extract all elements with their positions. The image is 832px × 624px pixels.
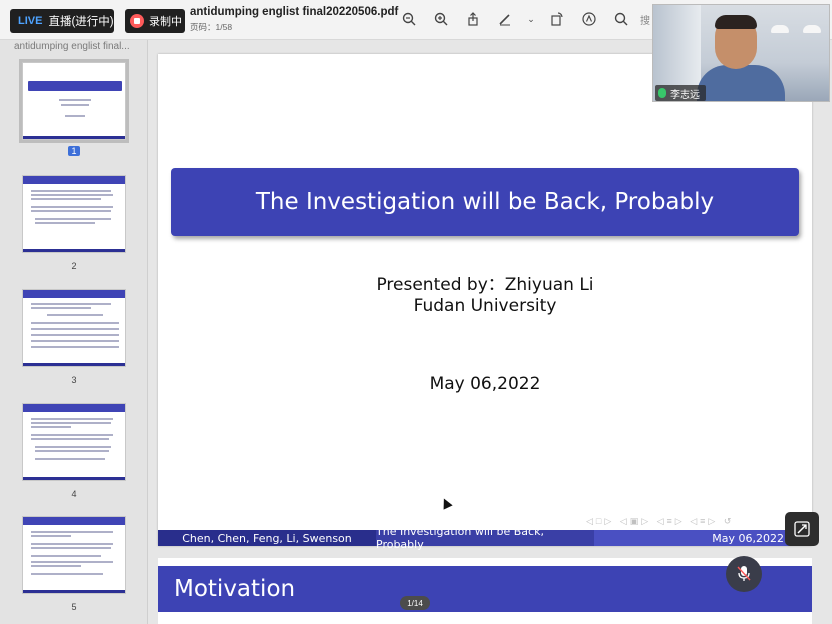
participant-name: 李志远	[670, 89, 700, 101]
webcam-video[interactable]: 李志远	[652, 4, 830, 102]
beamer-nav-symbols: ◁□▷ ◁▣▷ ◁≡▷ ◁≡▷ ↺	[586, 516, 735, 526]
thumbnail-number: 5	[71, 602, 77, 612]
document-title: antidumping englist final20220506.pdf	[190, 6, 399, 18]
recording-button[interactable]: 录制中	[125, 9, 185, 33]
record-label: 录制中	[149, 16, 182, 28]
pdf-viewer-app: LIVE 直播(进行中) 录制中 antidumping englist fin…	[0, 0, 832, 624]
search-input[interactable]: 搜	[640, 12, 650, 27]
slide2-title: Motivation	[158, 566, 812, 612]
live-status-button[interactable]: LIVE 直播(进行中)	[10, 9, 114, 33]
slide-university: Fudan University	[413, 296, 557, 316]
expand-icon	[794, 521, 810, 537]
expand-button[interactable]	[785, 512, 819, 546]
thumbnail-page-3[interactable]	[22, 289, 126, 367]
thumbnail-page-1[interactable]	[19, 59, 129, 143]
footer-authors: Chen, Chen, Feng, Li, Swenson	[158, 530, 376, 546]
annotate-pen-icon[interactable]	[494, 8, 516, 30]
slide-footer: Chen, Chen, Feng, Li, Swenson The Invest…	[158, 525, 812, 551]
slide-title: The Investigation will be Back, Probably	[171, 168, 799, 236]
zoom-in-icon[interactable]	[430, 8, 452, 30]
thumbnail-sidebar: antidumping englist final... 1 2 3 4 5	[0, 40, 148, 624]
live-tag: LIVE	[18, 15, 43, 27]
slide-date: May 06,2022	[429, 374, 541, 394]
thumbnail-page-2[interactable]	[22, 175, 126, 253]
rotate-icon[interactable]	[546, 8, 568, 30]
page-count: 页码：1/58	[190, 22, 233, 32]
live-label: 直播(进行中)	[48, 16, 114, 28]
sidebar-file-name: antidumping englist final...	[14, 41, 130, 52]
thumbnail-number: 2	[71, 261, 77, 271]
slide-page-1: The Investigation will be Back, Probably…	[158, 54, 812, 551]
chevron-down-icon[interactable]: ⌄	[526, 8, 536, 30]
thumbnail-page-5[interactable]	[22, 516, 126, 594]
thumbnail-number: 3	[71, 375, 77, 385]
thumbnail-number: 4	[71, 489, 77, 499]
zoom-out-icon[interactable]	[398, 8, 420, 30]
document-view[interactable]: The Investigation will be Back, Probably…	[148, 40, 832, 624]
search-icon[interactable]	[610, 8, 632, 30]
participant-name-tag: 李志远	[655, 85, 706, 101]
slide-page-2: Motivation	[158, 558, 812, 624]
slide-presenter: Presented by：Zhiyuan Li	[376, 275, 594, 295]
page-indicator: 1/14	[400, 596, 430, 610]
record-icon	[130, 14, 144, 28]
footer-title: The Investigation will be Back, Probably	[376, 525, 594, 551]
markup-icon[interactable]	[578, 8, 600, 30]
share-icon[interactable]	[462, 8, 484, 30]
thumbnail-page-4[interactable]	[22, 403, 126, 481]
footer-date: May 06,2022	[594, 530, 812, 546]
mute-microphone-button[interactable]	[726, 556, 762, 592]
toolbar-icons: ⌄	[398, 8, 632, 30]
thumbnail-number: 1	[0, 146, 147, 156]
mic-on-icon	[658, 88, 666, 98]
mic-off-icon	[737, 566, 751, 581]
mouse-cursor	[439, 496, 453, 510]
